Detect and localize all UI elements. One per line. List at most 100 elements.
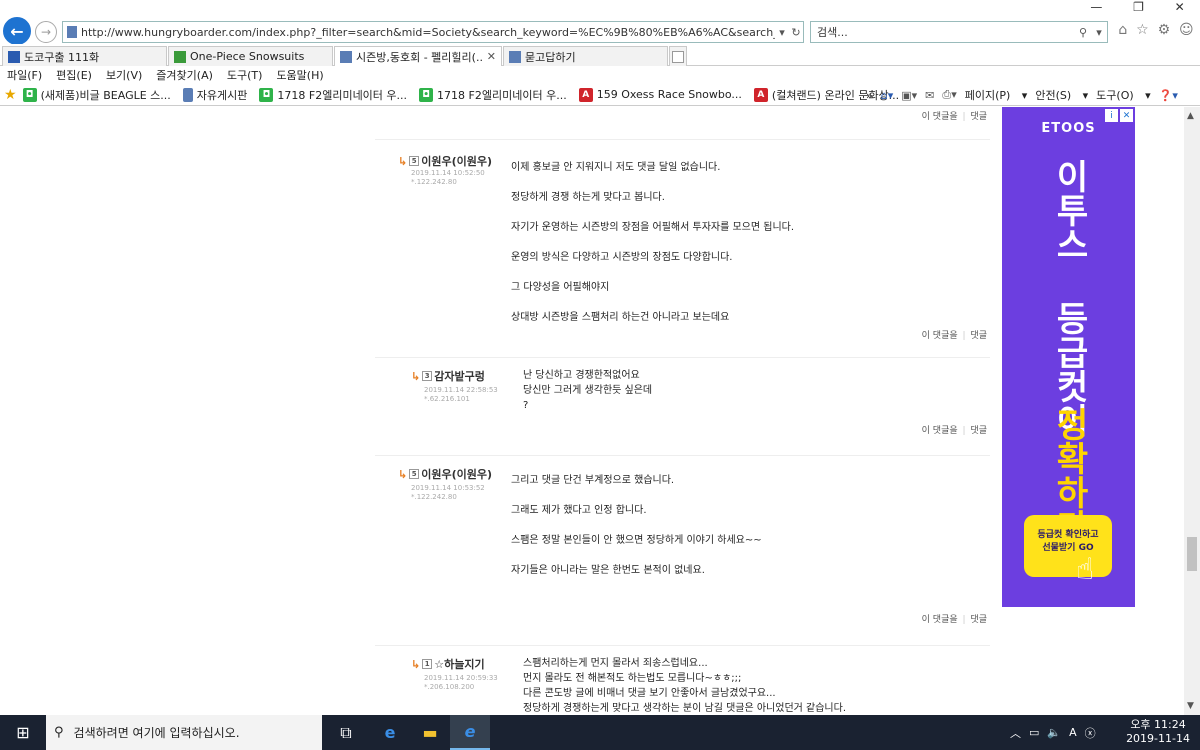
tab-1[interactable]: 도코구출 111화 xyxy=(2,46,167,66)
tools-menu[interactable]: 도구(O) ▾ xyxy=(1096,87,1151,103)
comment-line: 자기들은 아니라는 말은 한번도 본적이 없네요. xyxy=(511,565,705,576)
scroll-down-icon[interactable]: ▼ xyxy=(1187,701,1194,711)
favorite-item[interactable]: ◘ 1718 F2엘리미네이터 우... xyxy=(259,87,407,103)
ad-brand: ETOOS xyxy=(1041,121,1096,136)
menu-edit[interactable]: 편집(E) xyxy=(56,67,92,83)
clock[interactable]: 오후 11:24 2019-11-14 xyxy=(1126,718,1190,746)
tab-3[interactable]: 시즌방,동호회 - 펠리힐리(... ✕ xyxy=(334,46,502,66)
reply-arrow-icon: ↳ xyxy=(411,369,421,383)
reply-this-link[interactable]: 이 댓글을 xyxy=(922,331,958,341)
comment-ip: *.122.242.80 xyxy=(411,493,457,501)
minimize-icon[interactable]: — xyxy=(1090,0,1102,20)
home-icon[interactable]: ⌂▾ xyxy=(881,89,894,102)
scroll-up-icon[interactable]: ▲ xyxy=(1187,111,1194,121)
pointer-hand-icon: ☝ xyxy=(1076,552,1095,587)
taskbar-search[interactable]: ⚲ 검색하려면 여기에 입력하십시오. xyxy=(46,715,322,750)
favorites-star-icon[interactable]: ★ xyxy=(4,87,17,103)
scroll-thumb[interactable] xyxy=(1187,537,1197,571)
task-view-button[interactable]: ⧉ xyxy=(326,715,366,750)
window-controls: — ❐ ✕ xyxy=(1075,0,1200,20)
reply-this-link[interactable]: 이 댓글을 xyxy=(922,426,958,436)
dropdown-icon[interactable]: ▾ xyxy=(1091,26,1107,39)
favorite-item[interactable]: 자유게시판 xyxy=(182,87,247,103)
file-explorer-button[interactable]: ▬ xyxy=(410,715,450,750)
reply-this-link[interactable]: 이 댓글을 xyxy=(922,615,958,625)
reply-link[interactable]: 댓글 xyxy=(970,615,987,625)
menu-favorites[interactable]: 즐겨찾기(A) xyxy=(156,67,213,83)
comment-author[interactable]: ↳ 5 이원우(이원우) xyxy=(398,153,492,169)
forward-button[interactable]: → xyxy=(35,21,57,43)
taskbar-search-input[interactable]: 검색하려면 여기에 입력하십시오. xyxy=(74,724,240,741)
menu-bar: 파일(F) 편집(E) 보기(V) 즐겨찾기(A) 도구(T) 도움말(H) xyxy=(0,66,1200,84)
reply-link[interactable]: 댓글 xyxy=(970,112,987,122)
tab-label: One-Piece Snowsuits xyxy=(190,50,305,63)
close-icon[interactable]: ✕ xyxy=(487,50,496,63)
favorite-item[interactable]: ◘ (새제품)비글 BEAGLE 스... xyxy=(22,87,171,103)
favorite-item[interactable]: ◘ 1718 F2엘리미네이터 우... xyxy=(419,87,567,103)
separator: | xyxy=(962,331,966,341)
menu-file[interactable]: 파일(F) xyxy=(7,67,42,83)
menu-help[interactable]: 도움말(H) xyxy=(276,67,323,83)
comment-meta: 2019.11.14 10:52:50 *.122.242.80 xyxy=(411,169,485,187)
green-shop-icon: ◘ xyxy=(259,87,274,102)
new-tab-button[interactable] xyxy=(669,46,687,66)
edge-button[interactable]: e xyxy=(370,715,410,750)
gear-icon[interactable]: ⚙ xyxy=(1158,22,1171,42)
volume-icon[interactable]: 🔈 xyxy=(1047,726,1061,739)
ad-headline: 이투스 등급컷이 xyxy=(1049,159,1089,437)
start-button[interactable]: ⊞ xyxy=(0,715,46,750)
favorite-item[interactable]: A 159 Oxess Race Snowbo... xyxy=(578,87,742,102)
reply-arrow-icon: ↳ xyxy=(398,467,408,481)
back-button[interactable]: ← xyxy=(3,17,31,45)
refresh-icon[interactable]: ↻ xyxy=(789,26,803,39)
vertical-scrollbar[interactable]: ▲ ▼ xyxy=(1184,107,1200,715)
ie-button[interactable]: e xyxy=(450,715,490,750)
search-icon[interactable]: ⚲ xyxy=(1075,26,1091,39)
page-menu[interactable]: 페이지(P) ▾ xyxy=(965,87,1028,103)
close-icon[interactable]: ⓧ xyxy=(1085,725,1096,741)
ad-cta-button[interactable]: 등급컷 확인하고 선물받기 GO xyxy=(1024,515,1112,577)
tab-label: 묻고답하기 xyxy=(525,50,576,64)
help-icon[interactable]: ❓▾ xyxy=(1159,89,1178,102)
green-shop-icon: ◘ xyxy=(419,87,434,102)
comment-author[interactable]: ↳ 5 이원우(이원우) xyxy=(398,466,492,482)
search-input[interactable]: 검색... xyxy=(817,24,1075,40)
close-icon[interactable]: ✕ xyxy=(1175,0,1185,20)
edge-icon: e xyxy=(384,723,396,742)
tab-2[interactable]: One-Piece Snowsuits xyxy=(168,46,333,66)
page-menu-label: 페이지(P) xyxy=(964,89,1011,102)
restore-icon[interactable]: ❐ xyxy=(1133,0,1144,20)
comment-author[interactable]: ↳ 1 ☆하늘지기 xyxy=(411,656,485,672)
favorite-label: 159 Oxess Race Snowbo... xyxy=(596,88,742,101)
ad-banner[interactable]: i ✕ ETOOS 이투스 등급컷이 정확하다 등급컷 확인하고 선물받기 GO… xyxy=(1002,107,1135,607)
arrow-right-icon: → xyxy=(40,25,52,39)
address-bar[interactable]: http://www.hungryboarder.com/index.php?_… xyxy=(62,21,804,43)
page-icon xyxy=(509,50,521,63)
comment-line: 운영의 방식은 다양하고 시즌방의 장점도 다양합니다. xyxy=(511,252,733,263)
menu-view[interactable]: 보기(V) xyxy=(106,67,142,83)
tab-label: 도코구출 111화 xyxy=(24,50,100,64)
chevron-up-icon[interactable]: ︿ xyxy=(1010,725,1021,741)
comment-author[interactable]: ↳ 3 감자밭구렁 xyxy=(411,368,485,384)
print-icon[interactable]: ⎙▾ xyxy=(942,88,956,102)
safety-menu[interactable]: 안전(S) ▾ xyxy=(1035,87,1088,103)
reply-link[interactable]: 댓글 xyxy=(970,331,987,341)
ie-icon: e xyxy=(464,722,476,741)
reply-link[interactable]: 댓글 xyxy=(970,426,987,436)
smiley-icon[interactable]: ☺ xyxy=(1179,22,1194,42)
home-icon[interactable]: ⌂ xyxy=(1118,22,1127,42)
star-icon[interactable]: ☆ xyxy=(1136,22,1149,42)
menu-tools[interactable]: 도구(T) xyxy=(227,67,263,83)
dropdown-icon[interactable]: ▾ xyxy=(775,26,789,39)
search-box[interactable]: 검색... ⚲ ▾ xyxy=(810,21,1108,43)
tab-4[interactable]: 묻고답하기 xyxy=(503,46,668,66)
page-icon xyxy=(340,50,352,63)
level-badge: 5 xyxy=(409,156,420,166)
ime-icon[interactable]: A xyxy=(1069,726,1077,739)
network-icon[interactable]: ▭ xyxy=(1029,726,1039,739)
reply-this-link[interactable]: 이 댓글을 xyxy=(922,112,958,122)
rss-icon[interactable]: ▣▾ xyxy=(901,89,917,102)
overflow-chevron[interactable]: » xyxy=(866,89,873,102)
command-bar: » ⌂▾ ▣▾ ✉ ⎙▾ 페이지(P) ▾ 안전(S) ▾ 도구(O) ▾ ❓▾ xyxy=(866,84,1200,106)
mail-icon[interactable]: ✉ xyxy=(925,89,934,102)
